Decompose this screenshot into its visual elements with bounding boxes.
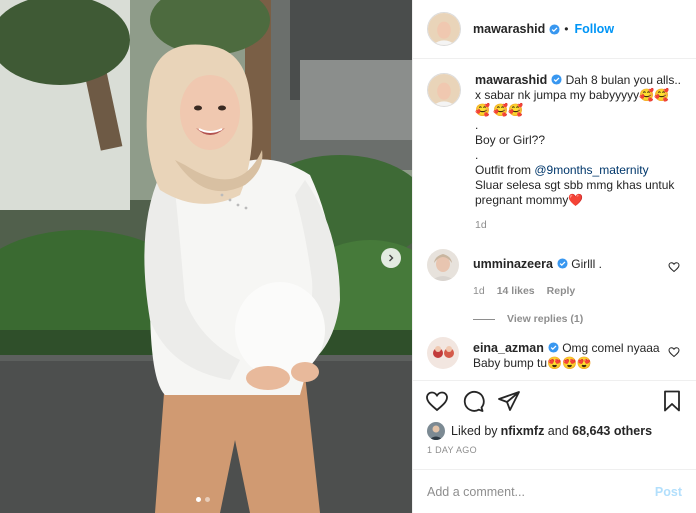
avatar-image bbox=[428, 74, 460, 106]
caption-text: . bbox=[475, 148, 479, 162]
post-timestamp[interactable]: 1 DAY AGO bbox=[413, 441, 696, 463]
post-header: mawarashid • Follow bbox=[413, 0, 696, 59]
likes-summary: Liked by nfixmfz and 68,643 others bbox=[413, 421, 696, 441]
caption-text: . bbox=[475, 118, 479, 132]
commenter-avatar[interactable] bbox=[427, 337, 459, 369]
verified-badge-icon bbox=[548, 342, 559, 353]
instagram-post: mawarashid • Follow mawarashid Dah 8 bul… bbox=[0, 0, 696, 513]
carousel-indicators bbox=[196, 497, 210, 502]
author-avatar[interactable] bbox=[427, 12, 461, 46]
post-caption: mawarashid Dah 8 bulan you alls.. x saba… bbox=[427, 73, 682, 233]
follow-button[interactable]: Follow bbox=[574, 22, 614, 36]
comment-likes[interactable]: 14 likes bbox=[497, 284, 535, 299]
likes-count[interactable]: 68,643 others bbox=[572, 424, 652, 438]
caption-text: Sluar selesa sgt sbb mmg khas untuk preg… bbox=[475, 178, 675, 207]
post-media[interactable] bbox=[0, 0, 412, 513]
heart-icon bbox=[426, 391, 448, 412]
comment-body: eina_azman Omg comel nyaaa Baby bump tu😍… bbox=[473, 337, 669, 371]
verified-badge-icon bbox=[551, 74, 562, 85]
post-photo bbox=[0, 0, 412, 513]
comments-list[interactable]: mawarashid Dah 8 bulan you alls.. x saba… bbox=[413, 59, 696, 380]
share-button[interactable] bbox=[497, 389, 521, 413]
mention-link[interactable]: @9months_maternity bbox=[534, 163, 648, 177]
save-button[interactable] bbox=[660, 389, 684, 413]
caption-text: 🥰🥰 bbox=[493, 103, 524, 117]
verified-badge-icon bbox=[557, 258, 568, 269]
caption-username[interactable]: mawarashid bbox=[475, 73, 547, 87]
comment-item: eina_azman Omg comel nyaaa Baby bump tu😍… bbox=[427, 337, 682, 371]
carousel-dot bbox=[196, 497, 201, 502]
commenter-username[interactable]: umminazeera bbox=[473, 257, 553, 271]
liker-avatar[interactable] bbox=[427, 422, 445, 440]
verified-badge-icon bbox=[549, 23, 560, 35]
comment-button[interactable] bbox=[461, 389, 485, 413]
post-comment-button[interactable]: Post bbox=[655, 485, 682, 499]
likes-prefix: Liked by bbox=[451, 424, 498, 438]
view-replies-button[interactable]: View replies (1) bbox=[473, 313, 682, 325]
comment-input[interactable] bbox=[427, 484, 655, 499]
comment-item: umminazeera Girlll . 1d 14 likes Reply bbox=[427, 249, 682, 299]
add-comment-form: Post bbox=[413, 469, 696, 513]
carousel-dot bbox=[205, 497, 210, 502]
comment-text: Girlll . bbox=[571, 257, 602, 271]
caption-age[interactable]: 1d bbox=[475, 218, 682, 233]
post-sidebar: mawarashid • Follow mawarashid Dah 8 bul… bbox=[412, 0, 696, 513]
reply-button[interactable]: Reply bbox=[547, 284, 576, 299]
comment-meta: 1d 14 likes Reply bbox=[473, 284, 669, 299]
post-actions-section: Liked by nfixmfz and 68,643 others 1 DAY… bbox=[413, 380, 696, 513]
caption-text: Boy or Girl?? bbox=[475, 133, 546, 147]
comment-body: umminazeera Girlll . 1d 14 likes Reply bbox=[473, 249, 669, 299]
commenter-username[interactable]: eina_azman bbox=[473, 341, 544, 355]
caption-body: mawarashid Dah 8 bulan you alls.. x saba… bbox=[475, 73, 682, 233]
replies-divider bbox=[473, 318, 495, 320]
chevron-right-icon bbox=[389, 254, 394, 262]
heart-icon[interactable] bbox=[668, 346, 680, 358]
liker-username[interactable]: nfixmfz bbox=[501, 424, 545, 438]
comment-text: Baby bump tu😍😍😍 bbox=[473, 356, 592, 370]
heart-icon[interactable] bbox=[668, 261, 680, 273]
header-separator: • bbox=[564, 22, 569, 36]
action-bar bbox=[413, 381, 696, 421]
author-username[interactable]: mawarashid bbox=[473, 22, 545, 36]
commenter-avatar[interactable] bbox=[427, 249, 459, 281]
comment-text: Omg comel nyaaa bbox=[562, 341, 660, 355]
comment-age[interactable]: 1d bbox=[473, 284, 485, 299]
paper-plane-icon bbox=[498, 391, 520, 411]
like-button[interactable] bbox=[425, 389, 449, 413]
caption-text: Outfit from bbox=[475, 163, 535, 177]
carousel-next-button[interactable] bbox=[381, 248, 401, 268]
view-replies-label: View replies (1) bbox=[507, 313, 584, 325]
caption-avatar[interactable] bbox=[427, 73, 461, 107]
likes-middle: and bbox=[544, 424, 573, 438]
bookmark-icon bbox=[664, 390, 680, 412]
comment-bubble-icon bbox=[463, 391, 485, 412]
avatar-image bbox=[428, 13, 460, 45]
